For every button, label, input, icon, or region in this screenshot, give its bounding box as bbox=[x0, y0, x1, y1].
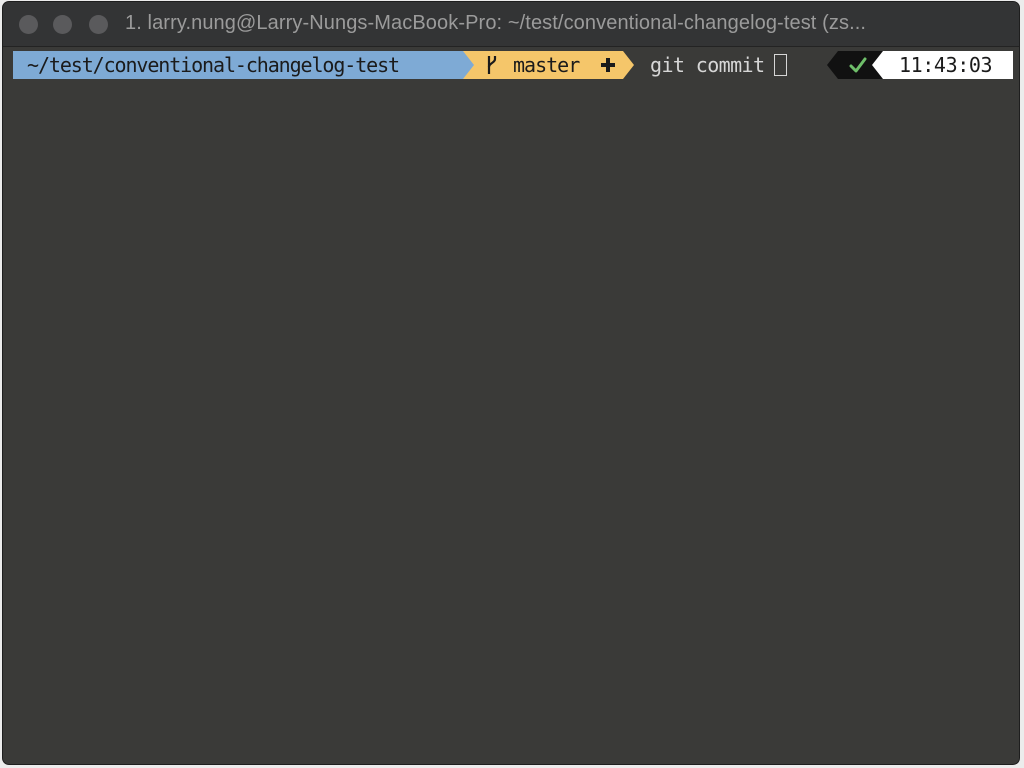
minimize-window-button[interactable] bbox=[53, 15, 72, 34]
powerline-separator-icon bbox=[827, 51, 838, 79]
zoom-window-button[interactable] bbox=[89, 15, 108, 34]
shell-prompt-line[interactable]: ~/test/conventional-changelog-test maste… bbox=[13, 51, 1017, 79]
prompt-time-segment: 11:43:03 bbox=[883, 51, 1013, 79]
git-branch-name: master bbox=[513, 53, 580, 77]
prompt-git-segment: master bbox=[463, 51, 623, 79]
current-directory: ~/test/conventional-changelog-test bbox=[27, 53, 400, 77]
powerline-separator-icon bbox=[872, 51, 883, 79]
prompt-directory-segment: ~/test/conventional-changelog-test bbox=[13, 51, 463, 79]
powerline-separator-icon bbox=[463, 51, 474, 79]
powerline-separator-icon bbox=[623, 51, 634, 79]
text-cursor bbox=[774, 54, 787, 76]
check-icon bbox=[849, 57, 867, 73]
command-input[interactable]: git commit bbox=[650, 51, 765, 79]
prompt-time: 11:43:03 bbox=[899, 53, 993, 77]
window-title: 1. larry.nung@Larry-Nungs-MacBook-Pro: ~… bbox=[125, 12, 867, 34]
terminal-window: 1. larry.nung@Larry-Nungs-MacBook-Pro: ~… bbox=[3, 2, 1019, 764]
git-branch-icon bbox=[487, 56, 497, 74]
plus-icon bbox=[601, 58, 615, 72]
title-bar[interactable]: 1. larry.nung@Larry-Nungs-MacBook-Pro: ~… bbox=[3, 2, 1019, 47]
close-window-button[interactable] bbox=[19, 15, 38, 34]
